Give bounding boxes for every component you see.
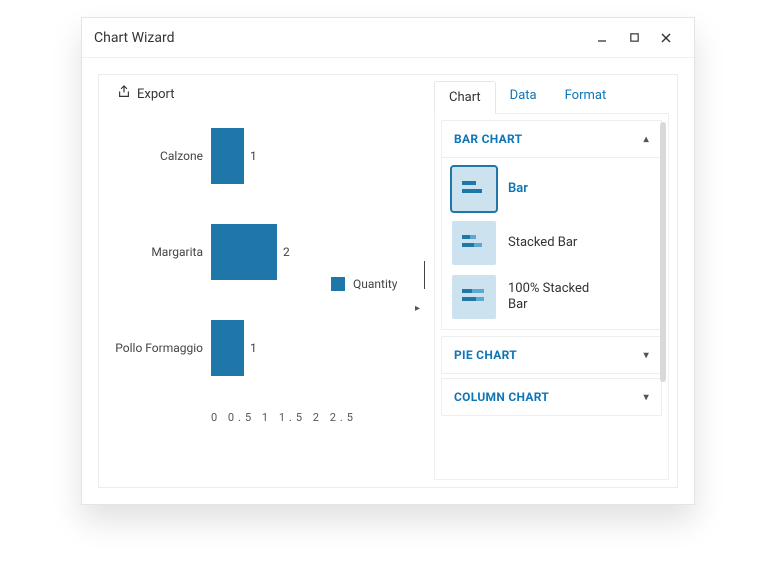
section-title: BAR CHART xyxy=(454,132,522,146)
tab-data[interactable]: Data xyxy=(496,80,551,113)
category-label: Margarita xyxy=(109,245,211,259)
legend-expand-icon[interactable]: ▸ xyxy=(415,303,420,314)
chevron-up-icon: ▴ xyxy=(644,134,649,145)
chart-type-bar[interactable]: Bar xyxy=(452,167,651,211)
minimize-button[interactable] xyxy=(586,24,618,52)
export-label: Export xyxy=(137,87,175,102)
chart-wizard-window: Chart Wizard Export xyxy=(81,17,695,505)
close-button[interactable] xyxy=(650,24,682,52)
chevron-down-icon: ▾ xyxy=(644,392,649,403)
legend-swatch xyxy=(331,277,345,291)
titlebar: Chart Wizard xyxy=(82,18,694,58)
window-title: Chart Wizard xyxy=(94,30,586,46)
section-title: COLUMN CHART xyxy=(454,390,549,404)
category-label: Pollo Formaggio xyxy=(109,341,211,355)
chart-type-stacked-bar[interactable]: Stacked Bar xyxy=(452,221,651,265)
tab-strip: Chart Data Format xyxy=(434,80,669,114)
section-title: PIE CHART xyxy=(454,348,517,362)
bar-row: Calzone 1 xyxy=(109,123,419,189)
bar-chart-options: Bar Stacked Bar xyxy=(441,157,662,330)
chart-legend[interactable]: Quantity xyxy=(331,277,397,291)
legend-label: Quantity xyxy=(353,277,397,291)
inner-frame: Export Calzone 1 Margarita 2 xyxy=(98,74,678,488)
chart-type-label: Bar xyxy=(508,181,528,197)
export-button[interactable]: Export xyxy=(117,85,175,103)
bar-value-label: 2 xyxy=(283,245,290,259)
x-axis-ticks: 0 0.5 1 1.5 2 2.5 xyxy=(109,411,419,424)
section-column-chart[interactable]: COLUMN CHART ▾ xyxy=(441,378,662,416)
maximize-button[interactable] xyxy=(618,24,650,52)
chart-type-100-stacked-bar[interactable]: 100% Stacked Bar xyxy=(452,275,651,319)
bar-fill xyxy=(211,224,277,280)
panel-divider xyxy=(424,261,425,289)
bar-chart-icon xyxy=(452,167,496,211)
chart-type-label: Stacked Bar xyxy=(508,235,577,251)
content-area: Export Calzone 1 Margarita 2 xyxy=(82,58,694,504)
bar-chart: Calzone 1 Margarita 2 Pollo Formaggio xyxy=(109,123,419,463)
scrollbar[interactable] xyxy=(660,122,666,382)
settings-panel: Chart Data Format BAR CHART ▴ xyxy=(434,80,669,480)
tab-chart[interactable]: Chart xyxy=(434,81,496,114)
stacked-bar-chart-icon xyxy=(452,221,496,265)
bar-value-label: 1 xyxy=(250,341,257,355)
section-pie-chart[interactable]: PIE CHART ▾ xyxy=(441,336,662,374)
chevron-down-icon: ▾ xyxy=(644,350,649,361)
bar-row: Margarita 2 xyxy=(109,219,419,285)
bar-fill xyxy=(211,128,244,184)
category-label: Calzone xyxy=(109,149,211,163)
section-bar-chart[interactable]: BAR CHART ▴ xyxy=(441,120,662,158)
panel-body: BAR CHART ▴ Bar xyxy=(434,114,669,480)
tab-format[interactable]: Format xyxy=(551,80,621,113)
export-icon xyxy=(117,85,131,103)
bar-value-label: 1 xyxy=(250,149,257,163)
full-stacked-bar-chart-icon xyxy=(452,275,496,319)
bar-fill xyxy=(211,320,244,376)
bar-row: Pollo Formaggio 1 xyxy=(109,315,419,381)
chart-type-label: 100% Stacked Bar xyxy=(508,281,608,312)
